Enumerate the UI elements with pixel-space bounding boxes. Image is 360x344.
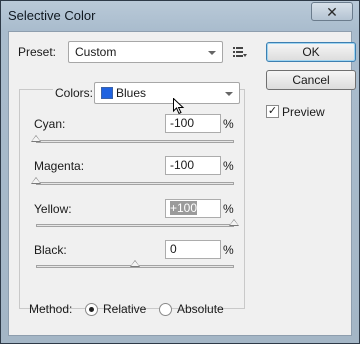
cyan-label: Cyan:: [34, 117, 66, 131]
black-slider-thumb[interactable]: [130, 260, 140, 267]
relative-radio[interactable]: [85, 303, 98, 316]
ok-button[interactable]: OK: [266, 42, 356, 62]
cyan-slider-track[interactable]: [36, 140, 234, 143]
preview-checkbox[interactable]: ✓: [266, 105, 279, 118]
colors-value: Blues: [116, 86, 147, 100]
magenta-input[interactable]: -100: [165, 156, 221, 175]
yellow-slider-track[interactable]: [36, 224, 234, 227]
relative-label: Relative: [103, 302, 147, 316]
dialog-title: Selective Color: [8, 8, 96, 23]
yellow-input-text: +100: [170, 201, 198, 215]
preset-value: Custom: [75, 45, 117, 59]
preview-label: Preview: [282, 105, 325, 119]
black-input[interactable]: 0: [165, 240, 221, 259]
radio-selected-dot: [89, 307, 94, 312]
cyan-percent: %: [223, 117, 234, 131]
preset-dropdown[interactable]: Custom: [68, 41, 223, 63]
checkmark-icon: ✓: [267, 105, 278, 117]
yellow-label: Yellow:: [34, 202, 72, 216]
cyan-slider-thumb[interactable]: [31, 135, 41, 142]
preset-label: Preset:: [18, 45, 57, 59]
close-icon: ✕: [326, 4, 338, 20]
preset-options-icon[interactable]: [233, 46, 247, 58]
mouse-cursor-icon: [173, 98, 185, 115]
black-label: Black:: [34, 243, 67, 257]
dialog-content: Preset: Custom OK Cancel ✓ Preview Color…: [8, 31, 356, 336]
colors-dropdown[interactable]: Blues: [94, 82, 240, 104]
cancel-button[interactable]: Cancel: [266, 70, 356, 90]
yellow-slider-thumb[interactable]: [229, 219, 239, 226]
magenta-label: Magenta:: [34, 159, 85, 173]
close-button[interactable]: ✕: [311, 2, 353, 21]
yellow-percent: %: [223, 202, 234, 216]
title-bar[interactable]: Selective Color ✕: [1, 1, 359, 31]
color-swatch: [101, 87, 113, 99]
magenta-slider-track[interactable]: [36, 182, 234, 185]
dialog-window: Selective Color ✕ Preset: Custom OK Canc…: [0, 0, 360, 344]
colors-label: Colors:: [53, 86, 96, 100]
absolute-label: Absolute: [177, 302, 224, 316]
black-percent: %: [223, 243, 234, 257]
method-label: Method:: [29, 302, 73, 316]
magenta-percent: %: [223, 159, 234, 173]
chevron-down-icon: [208, 51, 216, 55]
chevron-down-icon: [225, 92, 233, 96]
magenta-slider-thumb[interactable]: [31, 177, 41, 184]
cyan-input[interactable]: -100: [165, 114, 221, 133]
absolute-radio[interactable]: [159, 303, 172, 316]
yellow-input[interactable]: +100: [165, 199, 221, 218]
